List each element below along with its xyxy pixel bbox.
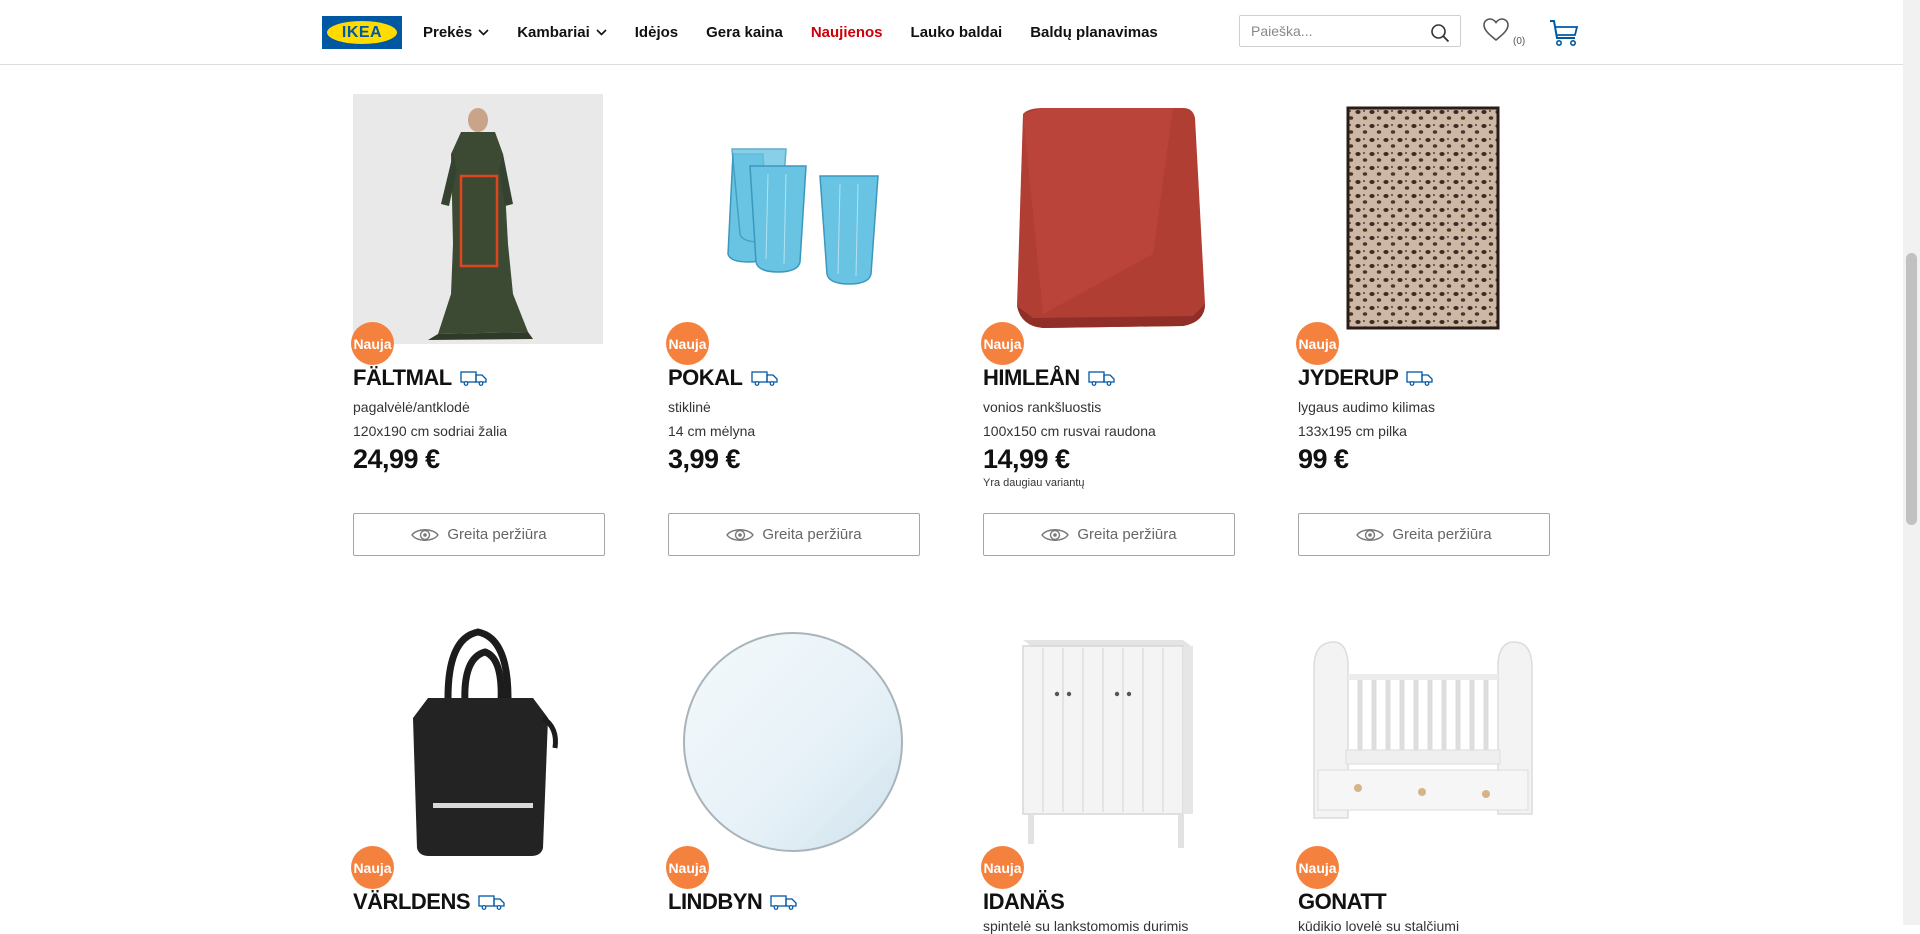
new-badge: Nauja (981, 846, 1024, 889)
eye-icon (1041, 528, 1070, 541)
product-name-row[interactable]: HIMLEÅN (983, 365, 1115, 391)
product-type: pagalvėlė/antklodė (353, 399, 470, 415)
product-name[interactable]: VÄRLDENS (353, 889, 471, 915)
delivery-truck-icon (478, 895, 505, 910)
nav-item-label: Naujienos (810, 23, 883, 41)
product-name-row[interactable]: VÄRLDENS (353, 889, 505, 915)
quick-view-button[interactable]: Greita peržiūra (983, 513, 1235, 556)
product-variant: 14 cm mėlyna (668, 423, 756, 439)
product-type: vonios rankšluostis (983, 399, 1102, 415)
product-image[interactable] (353, 94, 603, 344)
product-variant: 133x195 cm pilka (1298, 423, 1407, 439)
more-variants-note: Yra daugiau variantų (983, 477, 1085, 489)
scrollbar-thumb[interactable] (1906, 253, 1917, 525)
vertical-scrollbar[interactable] (1903, 0, 1920, 925)
nav-item-kambariai[interactable]: Kambariai (517, 24, 607, 41)
product-name[interactable]: LINDBYN (668, 889, 763, 915)
product-type: spintelė su lankstomomis durimis (983, 918, 1189, 934)
product-name[interactable]: GONATT (1298, 889, 1387, 915)
quick-view-label: Greita peržiūra (1077, 526, 1177, 543)
product-type: lygaus audimo kilimas (1298, 399, 1435, 415)
quick-view-label: Greita peržiūra (762, 526, 862, 543)
product-name[interactable]: IDANÄS (983, 889, 1065, 915)
new-badge: Nauja (981, 322, 1024, 365)
new-badge: Nauja (1296, 322, 1339, 365)
product-name[interactable]: JYDERUP (1298, 365, 1399, 391)
eye-icon (1356, 528, 1385, 541)
product-name-row[interactable]: LINDBYN (668, 889, 797, 915)
product-variant: 120x190 cm sodriai žalia (353, 423, 508, 439)
nav-item-label: Baldų planavimas (1030, 23, 1158, 41)
nav-item-label: Kambariai (517, 23, 590, 41)
product-name-row[interactable]: POKAL (668, 365, 778, 391)
product-name[interactable]: POKAL (668, 365, 743, 391)
nav-item-label: Lauko baldai (910, 23, 1003, 41)
new-badge: Nauja (351, 322, 394, 365)
nav-item-baldu-planavimas[interactable]: Baldų planavimas (1030, 24, 1158, 41)
main-nav: Prekės Kambariai Idėjos Gera kaina Nauji… (423, 0, 1186, 64)
cart-icon[interactable] (1548, 18, 1580, 48)
nav-item-label: Idėjos (634, 23, 679, 41)
product-type: stiklinė (668, 399, 711, 415)
site-header: IKEA Prekės Kambariai Idėjos Gera kaina … (0, 0, 1903, 65)
product-name[interactable]: FÄLTMAL (353, 365, 452, 391)
new-badge: Nauja (351, 846, 394, 889)
new-badge: Nauja (666, 322, 709, 365)
delivery-truck-icon (1088, 371, 1115, 386)
wishlist-count: (0) (1513, 36, 1526, 47)
new-badge: Nauja (666, 846, 709, 889)
product-price: 3,99 € (668, 444, 741, 474)
product-name-row[interactable]: JYDERUP (1298, 365, 1434, 391)
search-input[interactable] (1249, 22, 1423, 40)
product-image[interactable] (983, 618, 1233, 868)
quick-view-button[interactable]: Greita peržiūra (1298, 513, 1550, 556)
logo-text: IKEA (327, 21, 397, 44)
search-icon[interactable] (1430, 23, 1450, 43)
delivery-truck-icon (1406, 371, 1434, 386)
product-name-row[interactable]: FÄLTMAL (353, 365, 487, 391)
new-badge: Nauja (1296, 846, 1339, 889)
product-image[interactable] (668, 618, 918, 868)
eye-icon (726, 528, 755, 541)
product-price: 99 € (1298, 444, 1349, 474)
ikea-logo[interactable]: IKEA (322, 16, 402, 49)
product-image[interactable] (353, 618, 603, 868)
nav-item-label: Gera kaina (706, 23, 783, 41)
nav-item-label: Prekės (423, 23, 473, 41)
nav-item-gera-kaina[interactable]: Gera kaina (706, 24, 783, 41)
chevron-down-icon (596, 28, 607, 36)
quick-view-button[interactable]: Greita peržiūra (353, 513, 605, 556)
quick-view-button[interactable]: Greita peržiūra (668, 513, 920, 556)
delivery-truck-icon (770, 895, 797, 910)
product-price: 24,99 € (353, 444, 440, 474)
heart-icon[interactable] (1482, 17, 1510, 42)
product-price: 14,99 € (983, 444, 1070, 474)
product-image[interactable] (668, 94, 918, 344)
chevron-down-icon (478, 28, 489, 36)
product-variant: 100x150 cm rusvai raudona (983, 423, 1156, 439)
quick-view-label: Greita peržiūra (447, 526, 547, 543)
eye-icon (411, 528, 440, 541)
nav-item-prekes[interactable]: Prekės (423, 24, 489, 41)
nav-item-naujienos[interactable]: Naujienos (811, 24, 883, 41)
product-type: kūdikio lovelė su stalčiumi (1298, 918, 1460, 934)
product-name-row[interactable]: GONATT (1298, 889, 1387, 915)
product-image[interactable] (1298, 618, 1548, 868)
product-image[interactable] (1298, 94, 1548, 344)
product-name[interactable]: HIMLEÅN (983, 365, 1080, 391)
product-image[interactable] (983, 94, 1233, 344)
product-name-row[interactable]: IDANÄS (983, 889, 1065, 915)
delivery-truck-icon (750, 371, 778, 386)
quick-view-label: Greita peržiūra (1392, 526, 1492, 543)
nav-item-lauko-baldai[interactable]: Lauko baldai (911, 24, 1003, 41)
nav-item-idejos[interactable]: Idėjos (635, 24, 678, 41)
search-box (1239, 15, 1461, 47)
delivery-truck-icon (460, 371, 487, 386)
